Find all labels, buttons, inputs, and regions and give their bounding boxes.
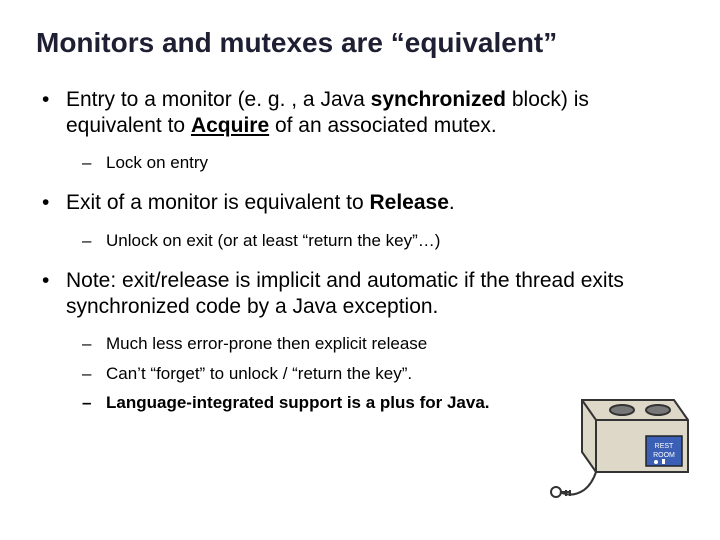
svg-text:REST: REST [655, 443, 674, 450]
bullet-2-text-2: . [449, 191, 455, 214]
slide: Monitors and mutexes are “equivalent” En… [0, 0, 720, 540]
slide-title: Monitors and mutexes are “equivalent” [36, 28, 684, 59]
bullet-1-text-3: of an associated mutex. [269, 114, 497, 137]
bullet-1-bold-acquire: Acquire [191, 114, 269, 137]
bullet-list: Entry to a monitor (e. g. , a Java synch… [36, 87, 684, 416]
bullet-1-sublist: Lock on entry [66, 149, 684, 176]
bullet-3-text: Note: exit/release is implicit and autom… [66, 269, 624, 318]
svg-text:ROOM: ROOM [653, 452, 675, 459]
bullet-2-text-1: Exit of a monitor is equivalent to [66, 191, 370, 214]
bullet-1: Entry to a monitor (e. g. , a Java synch… [62, 87, 684, 177]
bullet-1-bold-synchronized: synchronized [371, 88, 506, 111]
bullet-1-sub-1: Lock on entry [102, 149, 684, 176]
bullet-1-text-1: Entry to a monitor (e. g. , a Java [66, 88, 371, 111]
bullet-2: Exit of a monitor is equivalent to Relea… [62, 190, 684, 253]
cartoon-illustration: REST ROOM [542, 372, 692, 502]
bullet-3-sub-1: Much less error-prone then explicit rele… [102, 330, 684, 357]
bullet-2-sublist: Unlock on exit (or at least “return the … [66, 227, 684, 254]
bullet-2-sub-1: Unlock on exit (or at least “return the … [102, 227, 684, 254]
bullet-2-bold-release: Release [370, 191, 449, 214]
